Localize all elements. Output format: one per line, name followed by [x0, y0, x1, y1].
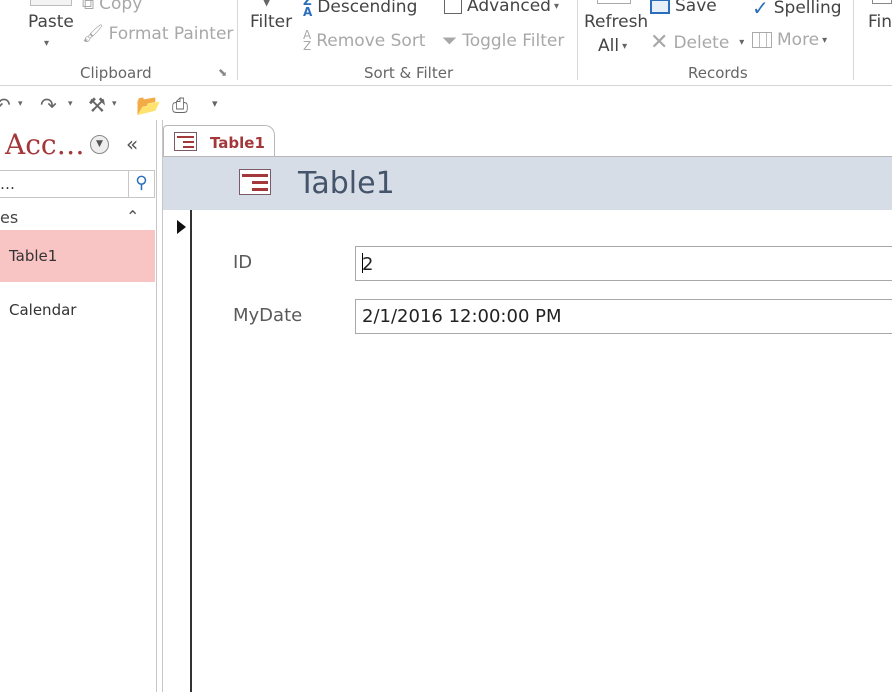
- funnel-icon: ⏷: [442, 30, 458, 52]
- navigation-pane: Acc… ▼ « … ⚲ es ⌃ Table1 Calendar: [0, 120, 157, 692]
- paste-label: Paste: [28, 12, 74, 32]
- save-icon: [650, 0, 670, 14]
- nav-item-table1[interactable]: Table1: [0, 230, 155, 282]
- group-separator: [237, 0, 238, 80]
- delete-dropdown-icon: ▾: [739, 37, 745, 48]
- remove-sort-icon: AZ: [303, 28, 312, 53]
- delete-icon: ✕: [650, 30, 669, 55]
- form-header: Table1: [163, 156, 892, 210]
- ribbon: Paste ▾ ⧉ Copy 🖌 Format Painter Clipboard …: [0, 0, 892, 86]
- form-icon: [174, 132, 197, 151]
- paintbrush-icon: 🖌: [82, 24, 104, 44]
- undo-icon[interactable]: ↶: [0, 93, 11, 117]
- refresh-dropdown-icon: ▾: [622, 40, 628, 52]
- nav-group-header[interactable]: es ⌃: [0, 207, 155, 230]
- records-group-label: Records: [688, 64, 748, 82]
- mydate-field-value: 2/1/2016 12:00:00 PM: [362, 306, 562, 327]
- tools-icon[interactable]: ⚒: [88, 93, 106, 117]
- tools-dropdown-icon[interactable]: ▾: [112, 99, 117, 109]
- toggle-filter-button[interactable]: ⏷ Toggle Filter: [442, 30, 564, 52]
- more-grid-icon: [752, 32, 772, 48]
- copy-button[interactable]: ⧉ Copy: [82, 0, 142, 14]
- sort-descending-icon: ZA: [303, 0, 313, 19]
- nav-group-label: es: [0, 208, 19, 227]
- redo-icon[interactable]: ↷: [40, 93, 57, 117]
- paste-dropdown-icon[interactable]: ▾: [44, 38, 49, 49]
- redo-dropdown-icon[interactable]: ▾: [68, 99, 73, 109]
- remove-sort-button[interactable]: A Z Remove Sort: [303, 28, 425, 53]
- touch-mode-icon[interactable]: ⎙: [172, 93, 188, 117]
- quick-access-toolbar: ↶ ▾ ↷ ▾ ⚒ ▾ 📂 ⎙ ▾: [0, 87, 892, 120]
- tab-table1[interactable]: Table1: [163, 125, 275, 157]
- nav-item-label: Table1: [9, 247, 58, 265]
- current-record-arrow-icon: [177, 220, 186, 234]
- delete-button[interactable]: ✕ Delete ▾: [650, 30, 744, 55]
- copy-icon: ⧉: [82, 0, 95, 14]
- undo-dropdown-icon[interactable]: ▾: [18, 99, 23, 109]
- advanced-button[interactable]: Advanced ▾: [444, 0, 559, 16]
- descending-button[interactable]: Z A Descending: [303, 0, 417, 18]
- format-painter-button[interactable]: 🖌 Format Painter: [82, 24, 233, 44]
- filter-button[interactable]: Filter: [250, 12, 292, 32]
- nav-item-calendar[interactable]: Calendar: [0, 284, 155, 336]
- sort-filter-group-label: Sort & Filter: [364, 64, 454, 82]
- refresh-all-button[interactable]: Refresh: [584, 12, 648, 32]
- more-dropdown-icon: ▾: [822, 34, 828, 46]
- form-icon: [239, 169, 271, 195]
- nav-search-input[interactable]: …: [0, 175, 15, 193]
- group-separator: [853, 0, 854, 80]
- field-label-mydate: MyDate: [233, 305, 303, 326]
- spelling-check-icon: ✓: [752, 0, 769, 20]
- collapse-group-icon[interactable]: ⌃: [126, 207, 139, 226]
- filter-icon: ▼: [262, 0, 272, 8]
- id-field-value: 2: [362, 254, 374, 275]
- nav-item-label: Calendar: [9, 301, 77, 319]
- refresh-icon: [597, 0, 631, 4]
- group-separator: [577, 0, 578, 80]
- document-area: Table1 Table1 ID 2 MyDate 2/1/2016 12:00…: [162, 120, 892, 692]
- search-icon[interactable]: ⚲: [128, 171, 154, 197]
- nav-search-box[interactable]: … ⚲: [0, 170, 155, 198]
- customize-toolbar-icon[interactable]: ▾: [212, 97, 218, 110]
- advanced-filter-icon: [444, 0, 462, 14]
- open-folder-icon[interactable]: 📂: [136, 93, 161, 117]
- save-button[interactable]: Save: [650, 0, 717, 16]
- tab-label: Table1: [210, 134, 265, 152]
- advanced-dropdown-icon: ▾: [553, 0, 560, 12]
- field-label-id: ID: [233, 252, 253, 273]
- paste-button[interactable]: Paste: [28, 12, 74, 32]
- collapse-nav-icon[interactable]: «: [126, 132, 138, 156]
- paste-icon[interactable]: [30, 0, 72, 6]
- dialog-launcher-icon[interactable]: ⬊: [218, 66, 227, 79]
- nav-menu-dropdown-icon[interactable]: ▼: [90, 135, 109, 154]
- form-title: Table1: [298, 166, 395, 201]
- clipboard-group-label: Clipboard: [80, 64, 152, 82]
- record-selector[interactable]: [163, 210, 192, 692]
- mydate-field[interactable]: 2/1/2016 12:00:00 PM: [355, 299, 892, 334]
- find-icon: [872, 0, 892, 4]
- refresh-all-button-line2[interactable]: All ▾: [598, 36, 627, 56]
- find-button[interactable]: Fin: [868, 12, 892, 32]
- more-button[interactable]: More ▾: [752, 30, 827, 50]
- nav-pane-title: Acc…: [5, 128, 85, 161]
- spelling-button[interactable]: ✓ Spelling: [752, 0, 842, 20]
- id-field[interactable]: 2: [355, 246, 892, 281]
